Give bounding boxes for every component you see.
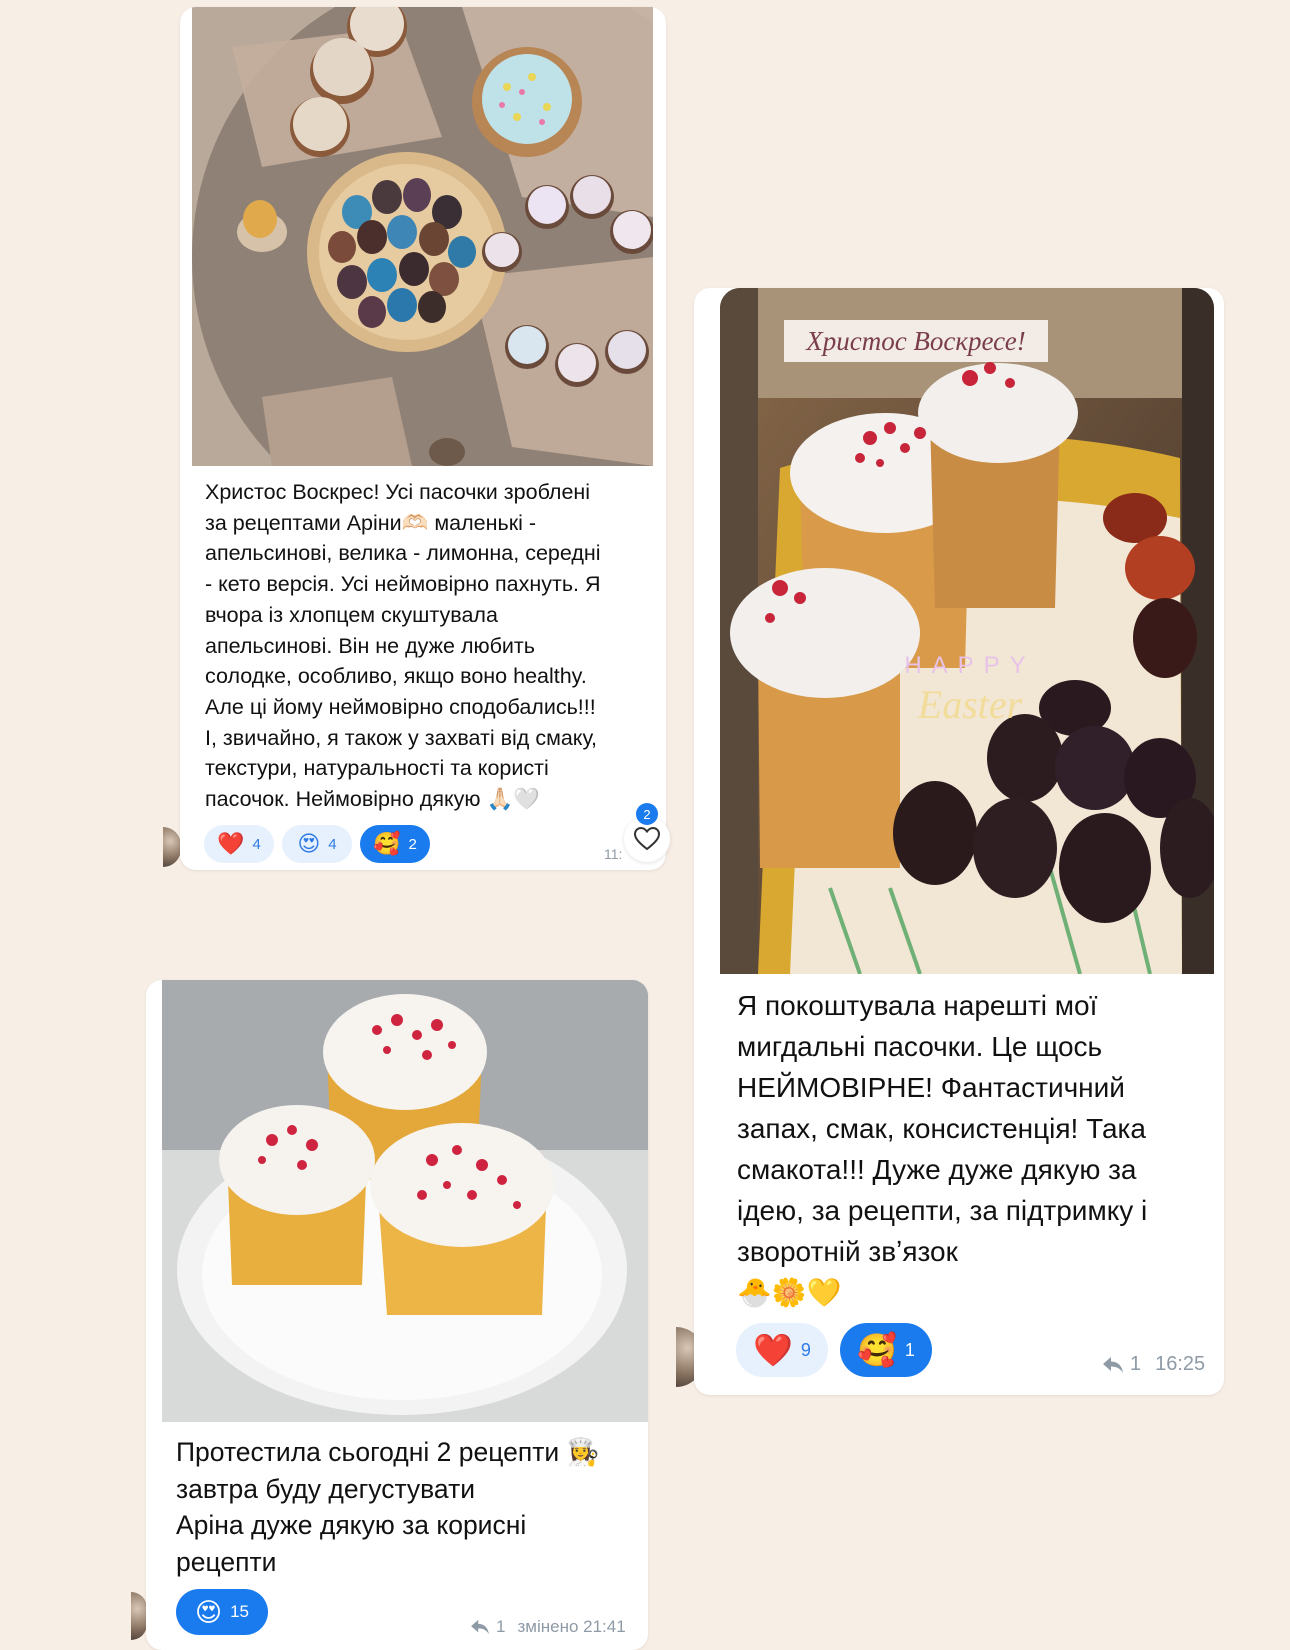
heart-eyes-icon: 😍	[297, 831, 321, 856]
sender-avatar[interactable]	[131, 1592, 147, 1640]
message-photo-cakes-plate[interactable]	[162, 980, 648, 1422]
reaction-count: 1	[904, 1339, 915, 1360]
message-time: 16:25	[1155, 1353, 1206, 1375]
reaction-heart-eyes[interactable]: 😍 4	[282, 825, 352, 863]
heart-eyes-icon: 😍	[194, 1597, 223, 1627]
reaction-count: 2	[408, 835, 417, 853]
message-time: змінено 21:41	[517, 1617, 626, 1636]
message-time: 11:	[604, 846, 623, 862]
reaction-heart-eyes[interactable]: 😍 15	[176, 1589, 268, 1635]
message-photo-easter-cakes[interactable]: Христос Воскресе! HAPPY Easter	[720, 288, 1214, 974]
reply-icon	[1103, 1356, 1123, 1373]
photo-caption: Христос Воскресе!	[805, 326, 1026, 356]
like-badge: 2	[636, 803, 658, 825]
easter-table-photo	[192, 7, 653, 466]
sticker-happy: HAPPY	[904, 652, 1035, 679]
sender-avatar[interactable]	[163, 827, 181, 867]
reaction-smiling-hearts[interactable]: 🥰 1	[840, 1323, 932, 1377]
message-meta: 1 змінено 21:41	[470, 1617, 626, 1637]
reaction-heart[interactable]: ❤️ 4	[204, 825, 274, 863]
reply-count[interactable]: 1	[496, 1617, 505, 1637]
heart-icon: ❤️	[217, 831, 245, 856]
message-meta: 1 16:25	[1102, 1353, 1205, 1376]
message-photo-easter-table[interactable]	[192, 7, 653, 466]
reaction-count: 4	[328, 835, 337, 853]
message-bubble-2: Христос Воскресе! HAPPY Easter Я покошту…	[694, 288, 1224, 1395]
heart-outline-icon	[634, 827, 660, 851]
reaction-smiling-hearts[interactable]: 🥰 2	[360, 825, 430, 863]
heart-icon: ❤️	[753, 1332, 793, 1368]
reply-icon	[471, 1619, 489, 1635]
reaction-count: 9	[800, 1339, 811, 1360]
reaction-count: 4	[252, 835, 261, 853]
reply-count[interactable]: 1	[1130, 1353, 1141, 1376]
reaction-count: 15	[230, 1602, 250, 1621]
message-bubble-3: Протестила сьогодні 2 рецепти 👩‍🍳 завтра…	[146, 980, 648, 1650]
message-text: Протестила сьогодні 2 рецепти 👩‍🍳 завтра…	[176, 1437, 600, 1577]
cakes-plate-photo	[162, 980, 648, 1422]
sticker-easter: Easter	[917, 682, 1023, 727]
easter-cakes-photo: Христос Воскресе! HAPPY Easter	[720, 288, 1214, 974]
smiling-hearts-icon: 🥰	[373, 831, 401, 856]
message-text: Христос Воскрес! Усі пасочки зроблені за…	[205, 480, 601, 812]
message-bubble-1: Христос Воскрес! Усі пасочки зроблені за…	[180, 7, 666, 870]
reaction-heart[interactable]: ❤️ 9	[736, 1323, 828, 1377]
message-text: Я покоштувала нарешті мої мигдальні пасо…	[737, 990, 1148, 1308]
smiling-hearts-icon: 🥰	[857, 1332, 897, 1368]
